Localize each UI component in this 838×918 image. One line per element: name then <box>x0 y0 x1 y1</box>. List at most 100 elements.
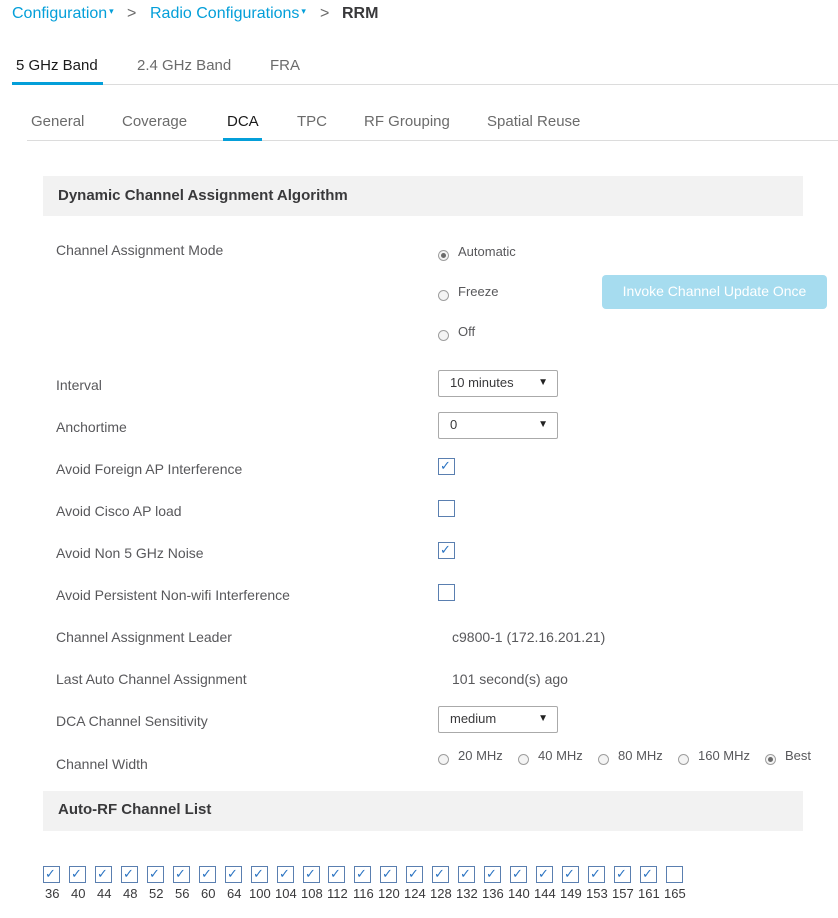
breadcrumb-configuration[interactable]: Configuration ▾ <box>12 5 114 23</box>
channel-number-36: 36 <box>45 886 60 901</box>
channel-checkbox-44[interactable]: ✓ <box>95 866 112 883</box>
width-40mhz-label: 40 MHz <box>538 748 583 763</box>
tab-tpc[interactable]: TPC <box>297 113 327 130</box>
channel-number-104: 104 <box>275 886 297 901</box>
channel-checkbox-124[interactable]: ✓ <box>406 866 423 883</box>
channel-checkbox-128[interactable]: ✓ <box>432 866 449 883</box>
interval-select[interactable]: 10 minutes ▼ <box>438 370 558 397</box>
channel-checkbox-161[interactable]: ✓ <box>640 866 657 883</box>
check-icon: ✓ <box>590 866 601 881</box>
channel-checkbox-116[interactable]: ✓ <box>354 866 371 883</box>
channel-number-124: 124 <box>404 886 426 901</box>
channel-checkbox-144[interactable]: ✓ <box>536 866 553 883</box>
check-icon: ✓ <box>486 866 497 881</box>
width-160mhz-radio[interactable] <box>678 754 689 765</box>
mode-off-option[interactable]: Off <box>438 324 518 344</box>
invoke-channel-update-button[interactable]: Invoke Channel Update Once <box>602 275 827 309</box>
mode-freeze-option[interactable]: Freeze <box>438 284 518 304</box>
check-icon: ✓ <box>71 866 82 881</box>
width-40mhz-radio[interactable] <box>518 754 529 765</box>
tab-spatial-reuse[interactable]: Spatial Reuse <box>487 113 580 130</box>
channel-number-161: 161 <box>638 886 660 901</box>
width-80mhz-option[interactable]: 80 MHz <box>598 748 668 768</box>
mode-freeze-radio[interactable] <box>438 290 449 301</box>
width-20mhz-option[interactable]: 20 MHz <box>438 748 508 768</box>
channel-checkbox-104[interactable]: ✓ <box>277 866 294 883</box>
dca-section-header: Dynamic Channel Assignment Algorithm <box>43 176 803 216</box>
channel-number-44: 44 <box>97 886 112 901</box>
avoid-persistent-interference-checkbox[interactable] <box>438 584 455 601</box>
channel-checkbox-36[interactable]: ✓ <box>43 866 60 883</box>
width-80mhz-label: 80 MHz <box>618 748 663 763</box>
width-20mhz-radio[interactable] <box>438 754 449 765</box>
channel-checkbox-64[interactable]: ✓ <box>225 866 242 883</box>
check-icon: ✓ <box>434 866 445 881</box>
channel-checkbox-60[interactable]: ✓ <box>199 866 216 883</box>
auto-rf-section-header: Auto-RF Channel List <box>43 791 803 831</box>
anchortime-select[interactable]: 0 ▼ <box>438 412 558 439</box>
last-auto-channel-assignment-value: 101 second(s) ago <box>452 671 568 687</box>
tab-dca[interactable]: DCA <box>227 113 259 130</box>
mode-automatic-option[interactable]: Automatic <box>438 244 518 264</box>
caret-down-icon: ▾ <box>301 6 306 16</box>
dca-channel-sensitivity-select[interactable]: medium ▼ <box>438 706 558 733</box>
avoid-cisco-ap-load-checkbox[interactable] <box>438 500 455 517</box>
channel-number-64: 64 <box>227 886 242 901</box>
avoid-non-5ghz-noise-checkbox[interactable]: ✓ <box>438 542 455 559</box>
breadcrumb-separator: > <box>320 5 330 22</box>
channel-number-108: 108 <box>301 886 323 901</box>
channel-checkbox-40[interactable]: ✓ <box>69 866 86 883</box>
width-40mhz-option[interactable]: 40 MHz <box>518 748 588 768</box>
check-icon: ✓ <box>175 866 186 881</box>
tab-fra[interactable]: FRA <box>270 57 300 74</box>
dropdown-arrow-icon: ▼ <box>538 419 548 430</box>
channel-checkbox-108[interactable]: ✓ <box>303 866 320 883</box>
tab-rf-grouping[interactable]: RF Grouping <box>364 113 450 130</box>
channel-checkbox-52[interactable]: ✓ <box>147 866 164 883</box>
mode-automatic-radio[interactable] <box>438 250 449 261</box>
breadcrumb-radio-configurations[interactable]: Radio Configurations ▾ <box>150 5 306 23</box>
channel-number-40: 40 <box>71 886 86 901</box>
mode-automatic-label: Automatic <box>458 244 516 259</box>
check-icon: ✓ <box>408 866 419 881</box>
channel-checkbox-153[interactable]: ✓ <box>588 866 605 883</box>
channel-width-label: Channel Width <box>56 756 148 772</box>
tab-coverage[interactable]: Coverage <box>122 113 187 130</box>
mode-off-label: Off <box>458 324 476 339</box>
channel-checkbox-48[interactable]: ✓ <box>121 866 138 883</box>
width-160mhz-option[interactable]: 160 MHz <box>678 748 756 768</box>
channel-checkbox-136[interactable]: ✓ <box>484 866 501 883</box>
sub-tab-active-indicator <box>223 138 262 141</box>
tab-general[interactable]: General <box>31 113 84 130</box>
channel-checkbox-140[interactable]: ✓ <box>510 866 527 883</box>
channel-checkbox-56[interactable]: ✓ <box>173 866 190 883</box>
channel-number-140: 140 <box>508 886 530 901</box>
channel-number-128: 128 <box>430 886 452 901</box>
tab-5ghz-band[interactable]: 5 GHz Band <box>16 57 98 74</box>
dca-section-title: Dynamic Channel Assignment Algorithm <box>58 187 348 204</box>
channel-checkbox-165[interactable] <box>666 866 683 883</box>
mode-off-radio[interactable] <box>438 330 449 341</box>
channel-checkbox-100[interactable]: ✓ <box>251 866 268 883</box>
channel-checkbox-120[interactable]: ✓ <box>380 866 397 883</box>
avoid-foreign-ap-checkbox[interactable]: ✓ <box>438 458 455 475</box>
breadcrumb-configuration-label: Configuration <box>12 5 108 22</box>
dca-channel-sensitivity-label: DCA Channel Sensitivity <box>56 713 208 729</box>
width-best-option[interactable]: Best <box>765 748 825 768</box>
channel-checkbox-112[interactable]: ✓ <box>328 866 345 883</box>
avoid-non-5ghz-noise-label: Avoid Non 5 GHz Noise <box>56 545 204 561</box>
channel-checkbox-149[interactable]: ✓ <box>562 866 579 883</box>
width-best-radio[interactable] <box>765 754 776 765</box>
channel-assignment-leader-value: c9800-1 (172.16.201.21) <box>452 629 606 645</box>
check-icon: ✓ <box>45 866 56 881</box>
check-icon: ✓ <box>330 866 341 881</box>
channel-number-157: 157 <box>612 886 634 901</box>
width-80mhz-radio[interactable] <box>598 754 609 765</box>
mode-freeze-label: Freeze <box>458 284 499 299</box>
check-icon: ✓ <box>227 866 238 881</box>
channel-checkbox-157[interactable]: ✓ <box>614 866 631 883</box>
interval-value: 10 minutes <box>450 375 514 390</box>
check-icon: ✓ <box>382 866 393 881</box>
channel-checkbox-132[interactable]: ✓ <box>458 866 475 883</box>
tab-2-4ghz-band[interactable]: 2.4 GHz Band <box>137 57 231 74</box>
